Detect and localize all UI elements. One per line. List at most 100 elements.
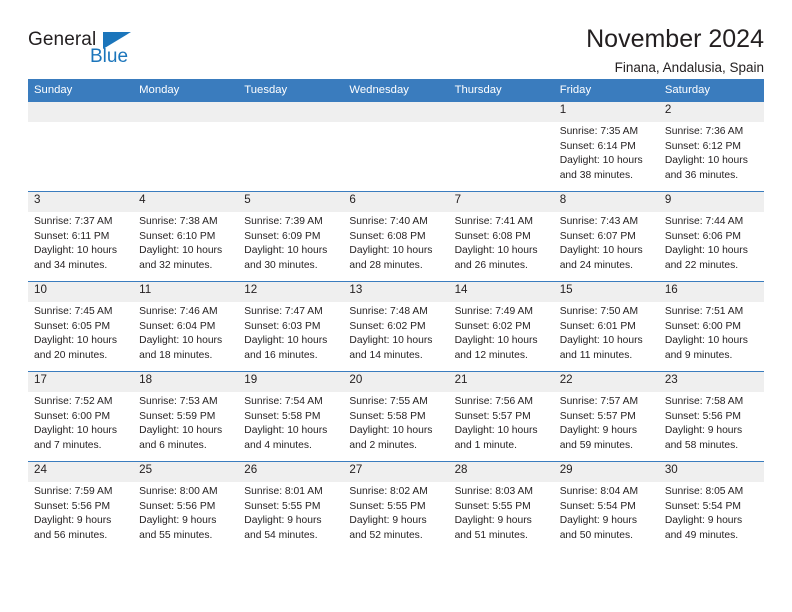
calendar-day-cell[interactable]: 14 Sunrise: 7:49 AM Sunset: 6:02 PM Dayligh… (448, 281, 554, 372)
calendar-day-cell[interactable]: 9 Sunrise: 7:44 AM Sunset: 6:06 PM Daylight… (658, 191, 764, 282)
calendar-day-cell[interactable]: 13 Sunrise: 7:48 AM Sunset: 6:02 PM Dayligh… (343, 281, 449, 372)
sunrise-time: Sunrise: 7:46 AM (139, 306, 218, 317)
weekday-header-thursday: Thursday (448, 79, 554, 102)
calendar-day-cell[interactable]: 3 Sunrise: 7:37 AM Sunset: 6:11 PM Daylight… (28, 191, 134, 282)
calendar-day-cell[interactable]: 26 Sunrise: 8:01 AM Sunset: 5:55 PM Dayligh… (238, 461, 344, 551)
day-number: 13 (343, 282, 449, 302)
calendar-day-cell[interactable]: 10 Sunrise: 7:45 AM Sunset: 6:05 PM Dayligh… (28, 281, 134, 372)
calendar-day-cell[interactable]: 28 Sunrise: 8:03 AM Sunset: 5:55 PM Dayligh… (448, 461, 554, 551)
calendar-day-cell[interactable]: 19 Sunrise: 7:54 AM Sunset: 5:58 PM Dayligh… (238, 371, 344, 462)
sunset-time: Sunset: 6:00 PM (34, 410, 111, 422)
calendar-day-cell[interactable]: 24 Sunrise: 7:59 AM Sunset: 5:56 PM Dayligh… (28, 461, 134, 551)
calendar-day-cell[interactable]: 30 Sunrise: 8:05 AM Sunset: 5:54 PM Dayligh… (658, 461, 764, 551)
sunset-time: Sunset: 6:02 PM (454, 320, 531, 332)
daylight-duration-line1: Daylight: 10 hours (454, 335, 538, 347)
calendar-day-cell[interactable]: 4 Sunrise: 7:38 AM Sunset: 6:10 PM Daylight… (133, 191, 239, 282)
daylight-duration-line2: and 56 minutes. (34, 529, 108, 541)
sunrise-time: Sunrise: 7:59 AM (34, 486, 113, 497)
calendar-cell-empty (28, 101, 134, 192)
sunset-time: Sunset: 6:10 PM (139, 230, 216, 242)
daylight-duration-line1: Daylight: 10 hours (559, 335, 643, 347)
day-number: 8 (553, 192, 659, 212)
daylight-duration-line1: Daylight: 10 hours (559, 155, 643, 167)
sunrise-time: Sunrise: 7:58 AM (664, 396, 744, 407)
sunrise-time: Sunrise: 8:02 AM (349, 486, 428, 497)
day-number: 28 (448, 462, 554, 482)
general-blue-logo[interactable]: General Blue (28, 24, 148, 72)
day-details: Sunrise: 7:56 AM Sunset: 5:57 PM Daylight:… (449, 392, 554, 453)
sunrise-time: Sunrise: 7:56 AM (454, 396, 533, 407)
daylight-duration-line1: Daylight: 9 hours (454, 515, 532, 527)
calendar-day-cell[interactable]: 15 Sunrise: 7:50 AM Sunset: 6:01 PM Dayligh… (553, 281, 659, 372)
daylight-duration-line2: and 6 minutes. (139, 439, 207, 451)
calendar-day-cell[interactable]: 2 Sunrise: 7:36 AM Sunset: 6:12 PM Daylight… (658, 101, 764, 192)
daylight-duration-line1: Daylight: 10 hours (244, 245, 328, 257)
day-number: 7 (448, 192, 554, 212)
calendar-day-cell[interactable]: 5 Sunrise: 7:39 AM Sunset: 6:09 PM Daylight… (238, 191, 344, 282)
calendar-day-cell[interactable]: 21 Sunrise: 7:56 AM Sunset: 5:57 PM Dayligh… (448, 371, 554, 462)
daylight-duration-line2: and 50 minutes. (559, 529, 633, 541)
day-details: Sunrise: 7:57 AM Sunset: 5:57 PM Daylight:… (554, 392, 659, 453)
calendar-day-cell[interactable]: 18 Sunrise: 7:53 AM Sunset: 5:59 PM Dayligh… (133, 371, 239, 462)
day-number: 12 (238, 282, 344, 302)
sunset-time: Sunset: 5:54 PM (664, 500, 741, 512)
calendar-day-cell[interactable]: 8 Sunrise: 7:43 AM Sunset: 6:07 PM Daylight… (553, 191, 659, 282)
daylight-duration-line1: Daylight: 10 hours (34, 425, 117, 437)
day-number: 29 (553, 462, 659, 482)
daylight-duration-line2: and 2 minutes. (349, 439, 417, 451)
day-number: 10 (28, 282, 134, 302)
sunset-time: Sunset: 6:01 PM (559, 320, 636, 332)
calendar-day-cell[interactable]: 23 Sunrise: 7:58 AM Sunset: 5:56 PM Dayligh… (658, 371, 764, 462)
day-details: Sunrise: 7:43 AM Sunset: 6:07 PM Daylight:… (554, 212, 659, 273)
daylight-duration-line2: and 28 minutes. (349, 259, 423, 271)
calendar-day-cell[interactable]: 20 Sunrise: 7:55 AM Sunset: 5:58 PM Dayligh… (343, 371, 449, 462)
day-details: Sunrise: 7:48 AM Sunset: 6:02 PM Daylight:… (343, 302, 448, 363)
day-number: 19 (238, 372, 344, 392)
day-details: Sunrise: 7:55 AM Sunset: 5:58 PM Daylight:… (343, 392, 448, 453)
sunrise-time: Sunrise: 7:40 AM (349, 216, 428, 227)
day-details: Sunrise: 7:40 AM Sunset: 6:08 PM Daylight:… (343, 212, 448, 273)
day-details: Sunrise: 8:03 AM Sunset: 5:55 PM Daylight:… (449, 482, 554, 543)
day-number (343, 102, 449, 122)
day-number: 3 (28, 192, 134, 212)
calendar-day-cell[interactable]: 6 Sunrise: 7:40 AM Sunset: 6:08 PM Daylight… (343, 191, 449, 282)
calendar-day-cell[interactable]: 1 Sunrise: 7:35 AM Sunset: 6:14 PM Daylight… (553, 101, 659, 192)
daylight-duration-line2: and 16 minutes. (244, 349, 318, 361)
daylight-duration-line2: and 30 minutes. (244, 259, 318, 271)
daylight-duration-line1: Daylight: 9 hours (244, 515, 322, 527)
day-details: Sunrise: 8:01 AM Sunset: 5:55 PM Daylight:… (238, 482, 343, 543)
daylight-duration-line1: Daylight: 10 hours (244, 335, 328, 347)
sunset-time: Sunset: 5:55 PM (454, 500, 531, 512)
daylight-duration-line2: and 54 minutes. (244, 529, 318, 541)
day-number: 15 (553, 282, 659, 302)
daylight-duration-line1: Daylight: 9 hours (34, 515, 112, 527)
calendar-day-cell[interactable]: 12 Sunrise: 7:47 AM Sunset: 6:03 PM Dayligh… (238, 281, 344, 372)
daylight-duration-line1: Daylight: 10 hours (559, 245, 643, 257)
calendar-day-cell[interactable]: 22 Sunrise: 7:57 AM Sunset: 5:57 PM Dayligh… (553, 371, 659, 462)
day-details: Sunrise: 7:59 AM Sunset: 5:56 PM Daylight:… (28, 482, 133, 543)
calendar-day-cell[interactable]: 11 Sunrise: 7:46 AM Sunset: 6:04 PM Dayligh… (133, 281, 239, 372)
sunset-time: Sunset: 6:14 PM (559, 140, 636, 152)
weekday-header-sunday: Sunday (28, 79, 134, 102)
calendar-week-row: 3 Sunrise: 7:37 AM Sunset: 6:11 PM Daylight… (28, 191, 764, 282)
daylight-duration-line1: Daylight: 10 hours (454, 245, 538, 257)
sunset-time: Sunset: 6:00 PM (664, 320, 741, 332)
sunset-time: Sunset: 6:12 PM (664, 140, 741, 152)
calendar-day-cell[interactable]: 27 Sunrise: 8:02 AM Sunset: 5:55 PM Dayligh… (343, 461, 449, 551)
day-details: Sunrise: 7:45 AM Sunset: 6:05 PM Daylight:… (28, 302, 133, 363)
daylight-duration-line2: and 11 minutes. (559, 349, 633, 361)
day-number: 20 (343, 372, 449, 392)
calendar-day-cell[interactable]: 29 Sunrise: 8:04 AM Sunset: 5:54 PM Dayligh… (553, 461, 659, 551)
page-title: November 2024 (586, 25, 764, 53)
calendar-day-cell[interactable]: 25 Sunrise: 8:00 AM Sunset: 5:56 PM Dayligh… (133, 461, 239, 551)
sunset-time: Sunset: 5:58 PM (349, 410, 426, 422)
sunrise-time: Sunrise: 7:39 AM (244, 216, 323, 227)
calendar-day-cell[interactable]: 7 Sunrise: 7:41 AM Sunset: 6:08 PM Daylight… (448, 191, 554, 282)
daylight-duration-line2: and 20 minutes. (34, 349, 108, 361)
daylight-duration-line2: and 38 minutes. (559, 169, 633, 181)
day-number: 4 (133, 192, 239, 212)
calendar-day-cell[interactable]: 16 Sunrise: 7:51 AM Sunset: 6:00 PM Dayligh… (658, 281, 764, 372)
title-block: November 2024 Finana, Andalusia, Spain (586, 24, 764, 75)
sunset-time: Sunset: 5:56 PM (34, 500, 111, 512)
calendar-day-cell[interactable]: 17 Sunrise: 7:52 AM Sunset: 6:00 PM Dayligh… (28, 371, 134, 462)
